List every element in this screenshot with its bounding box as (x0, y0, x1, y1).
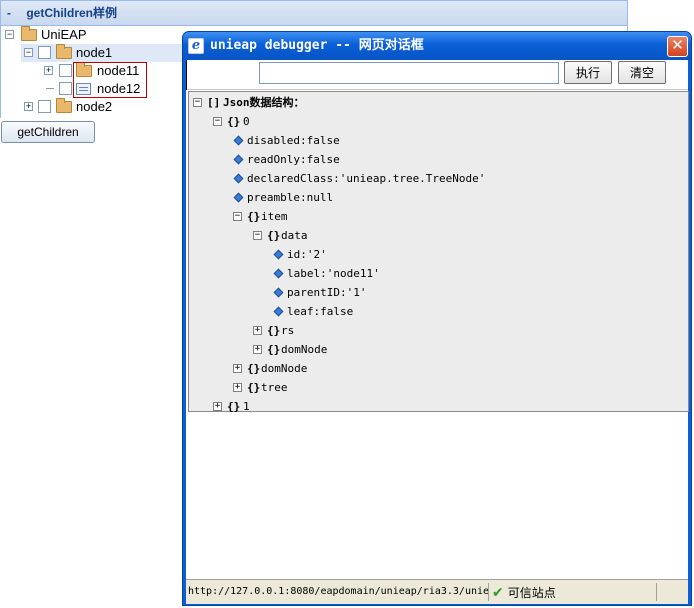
json-leaf-text: label:'node11' (287, 267, 380, 280)
json-node-label: rs (281, 324, 295, 337)
property-icon (233, 135, 244, 146)
object-bracket: {} (267, 229, 281, 242)
status-bar: http://127.0.0.1:8080/eapdomain/unieap/r… (186, 579, 688, 604)
expand-toggle-icon[interactable]: + (253, 326, 262, 335)
folder-icon (56, 98, 72, 113)
status-url: http://127.0.0.1:8080/eapdomain/unieap/r… (188, 583, 489, 601)
tree-checkbox[interactable] (38, 46, 51, 59)
debugger-toolbar: 执行 清空 (186, 60, 688, 90)
expand-toggle-icon[interactable]: + (213, 402, 222, 411)
tree-checkbox[interactable] (59, 82, 72, 95)
expand-toggle-icon[interactable]: + (24, 102, 33, 111)
folder-open-icon (56, 44, 72, 59)
json-leaf-text: preamble:null (247, 191, 334, 204)
tree-connector (46, 88, 54, 89)
tree-node-node1[interactable]: − node1 (21, 44, 187, 62)
json-node-label: domNode (261, 362, 308, 375)
json-leaf-text: leaf:false (287, 305, 354, 318)
json-node-label: data (281, 229, 308, 242)
property-icon (233, 192, 244, 203)
tree-node-unieap[interactable]: − UniEAP (5, 26, 205, 44)
json-leaf-text: declaredClass:'unieap.tree.TreeNode' (247, 172, 486, 185)
dialog-client: 执行 清空 − [] Json数据结构： − {} 0 disabled:fal… (186, 60, 689, 604)
property-icon (273, 287, 284, 298)
collapse-toggle-icon[interactable]: − (253, 231, 262, 240)
object-bracket: {} (267, 343, 281, 356)
expand-toggle-icon[interactable]: + (253, 345, 262, 354)
tree-checkbox[interactable] (59, 64, 72, 77)
object-bracket: {} (227, 400, 241, 413)
collapse-toggle-icon[interactable]: − (213, 117, 222, 126)
run-button[interactable]: 执行 (564, 61, 612, 84)
tree-checkbox[interactable] (38, 100, 51, 113)
folder-open-icon (21, 26, 37, 41)
object-bracket: {} (227, 115, 241, 128)
panel-title: getChildren样例 (26, 6, 118, 20)
collapse-toggle-icon[interactable]: − (5, 30, 14, 39)
highlight-box (73, 62, 147, 98)
collapse-toggle-icon[interactable]: − (193, 98, 202, 107)
property-icon (233, 154, 244, 165)
get-children-button[interactable]: getChildren (1, 121, 95, 143)
expand-toggle-icon[interactable]: + (233, 364, 242, 373)
ie-app-icon: e (188, 38, 204, 54)
dialog-title: unieap debugger -- 网页对话框 (210, 38, 424, 53)
property-icon (273, 268, 284, 279)
toolbar-edge (186, 60, 187, 90)
json-leaf-text: disabled:false (247, 134, 340, 147)
expand-toggle-icon[interactable]: + (233, 383, 242, 392)
debugger-dialog: e unieap debugger -- 网页对话框 ✕ 执行 清空 − [] … (182, 31, 692, 606)
tree-node-label: node1 (76, 45, 113, 60)
json-leaf-text: parentID:'1' (287, 286, 367, 299)
array-bracket: [] (207, 96, 221, 109)
status-divider (656, 583, 657, 601)
property-icon (233, 173, 244, 184)
collapse-toggle-icon[interactable]: − (24, 48, 33, 57)
property-icon (273, 249, 284, 260)
checkmark-icon: ✔ (492, 584, 504, 600)
json-node-label: Json数据结构： (223, 96, 305, 109)
collapse-toggle-icon[interactable]: − (233, 212, 242, 221)
json-node-label: 1 (243, 400, 250, 413)
json-node-label: 0 (243, 115, 250, 128)
clear-button[interactable]: 清空 (618, 61, 666, 84)
json-node-label: tree (261, 381, 288, 394)
dialog-titlebar[interactable]: e unieap debugger -- 网页对话框 ✕ (183, 32, 691, 60)
json-leaf-text: id:'2' (287, 248, 327, 261)
object-bracket: {} (247, 210, 261, 223)
tree-node-label: UniEAP (41, 27, 87, 42)
object-bracket: {} (247, 362, 261, 375)
property-icon (273, 306, 284, 317)
expression-input[interactable] (259, 62, 559, 84)
tree-node-label: node2 (76, 99, 113, 114)
object-bracket: {} (247, 381, 261, 394)
json-leaf-text: readOnly:false (247, 153, 340, 166)
json-node-label: domNode (281, 343, 328, 356)
tree-node-node2[interactable]: + node2 (21, 98, 181, 116)
panel-header: - getChildren样例 (0, 0, 628, 26)
json-node-label: item (261, 210, 288, 223)
json-tree-view[interactable]: − [] Json数据结构： − {} 0 disabled:false rea… (188, 91, 689, 413)
object-bracket: {} (267, 324, 281, 337)
expand-toggle-icon[interactable]: + (44, 66, 53, 75)
security-zone: ✔ 可信站点 (492, 583, 556, 601)
security-zone-label: 可信站点 (507, 586, 556, 600)
close-button[interactable]: ✕ (667, 36, 688, 57)
collapse-icon[interactable]: - (7, 6, 11, 20)
